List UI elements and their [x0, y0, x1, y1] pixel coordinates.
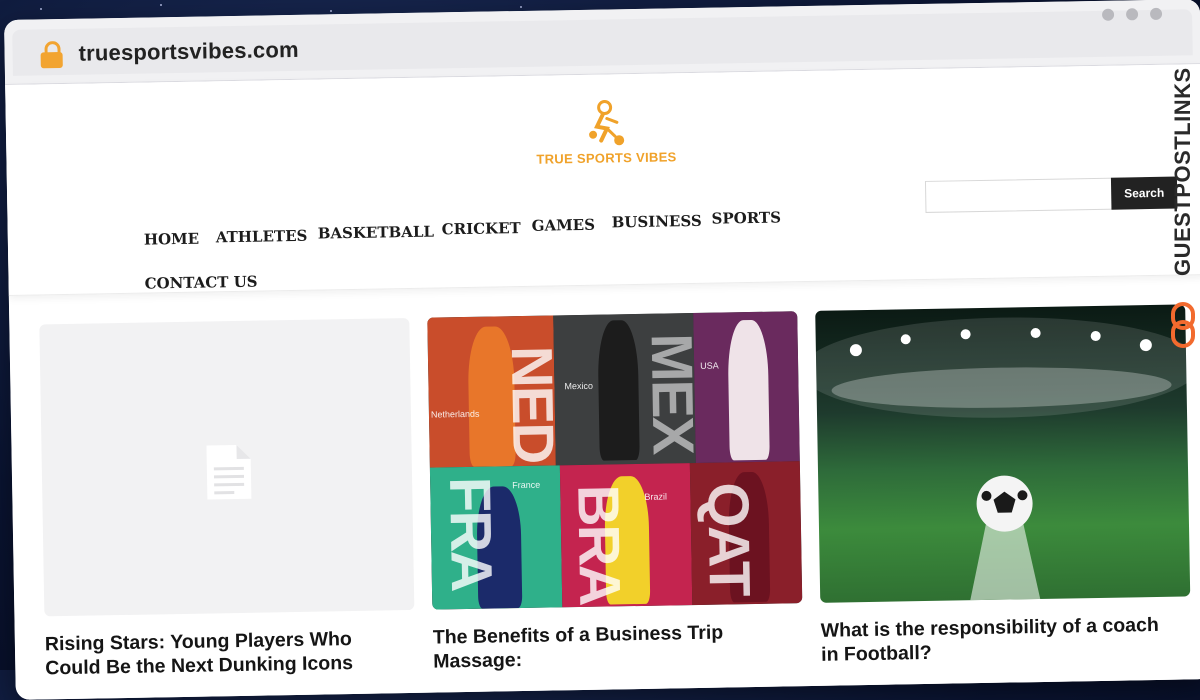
logo-text: TRUE SPORTS VIBES [536, 149, 677, 167]
nav-home[interactable]: HOME [144, 230, 200, 249]
article-title[interactable]: Rising Stars: Young Players Who Could Be… [45, 626, 406, 680]
url-text[interactable]: truesportsvibes.com [78, 37, 299, 67]
window-dot-icon[interactable] [1149, 7, 1163, 20]
article-image-placeholder[interactable] [39, 317, 415, 617]
article-image-stadium[interactable] [815, 304, 1191, 603]
tile-mex: MEX Mexico [553, 313, 696, 466]
nav-business[interactable]: BUSINESS [611, 212, 701, 232]
lock-icon [40, 41, 63, 69]
nav-cricket[interactable]: CRICKET [442, 219, 521, 238]
site-logo[interactable]: TRUE SPORTS VIBES [525, 97, 686, 167]
article-title[interactable]: The Benefits of a Business Trip Massage: [433, 619, 794, 673]
main-nav: HOME ATHLETES BASKETBALL CRICKET GAMES B… [143, 203, 803, 292]
article-card[interactable]: Rising Stars: Young Players Who Could Be… [39, 317, 415, 680]
nav-contact-us[interactable]: CONTACT US [144, 273, 257, 293]
article-title[interactable]: What is the responsibility of a coach in… [821, 613, 1182, 667]
nav-athletes[interactable]: ATHLETES [216, 227, 308, 247]
window-dot-icon[interactable] [1101, 8, 1115, 21]
tile-qat: QAT [689, 461, 803, 606]
window-controls [1101, 7, 1163, 21]
tile-fra: FRA France [429, 465, 563, 610]
nav-sports[interactable]: SPORTS [711, 208, 781, 227]
browser-window: truesportsvibes.com TRUE SPORTS VIBES HO… [4, 0, 1200, 700]
article-image-collage[interactable]: NED Netherlands MEX Mexico USA FRA Franc… [427, 311, 803, 610]
article-grid: Rising Stars: Young Players Who Could Be… [39, 304, 1199, 679]
article-card[interactable]: NED Netherlands MEX Mexico USA FRA Franc… [427, 311, 803, 673]
tile-ned: NED Netherlands [427, 315, 556, 468]
tile-bra: BRA Brazil [559, 463, 693, 608]
nav-basketball[interactable]: BASKETBALL [318, 223, 434, 243]
link-icon [1171, 302, 1195, 348]
site-header: TRUE SPORTS VIBES HOME ATHLETES BASKETBA… [5, 64, 1200, 296]
athlete-logo-icon [589, 100, 625, 146]
watermark-text: GUESTPOSTLINKS [1170, 67, 1195, 277]
tile-usa: USA [693, 311, 800, 463]
window-dot-icon[interactable] [1125, 8, 1139, 21]
address-bar[interactable]: truesportsvibes.com [12, 9, 1193, 76]
document-icon [206, 445, 252, 500]
article-card[interactable]: What is the responsibility of a coach in… [815, 304, 1191, 666]
nav-games[interactable]: GAMES [532, 216, 596, 235]
stadium-scene [815, 317, 1191, 601]
guestpostlinks-watermark: GUESTPOSTLINKS [1166, 52, 1200, 352]
web-page: TRUE SPORTS VIBES HOME ATHLETES BASKETBA… [5, 64, 1200, 700]
search-input[interactable] [924, 177, 1124, 213]
